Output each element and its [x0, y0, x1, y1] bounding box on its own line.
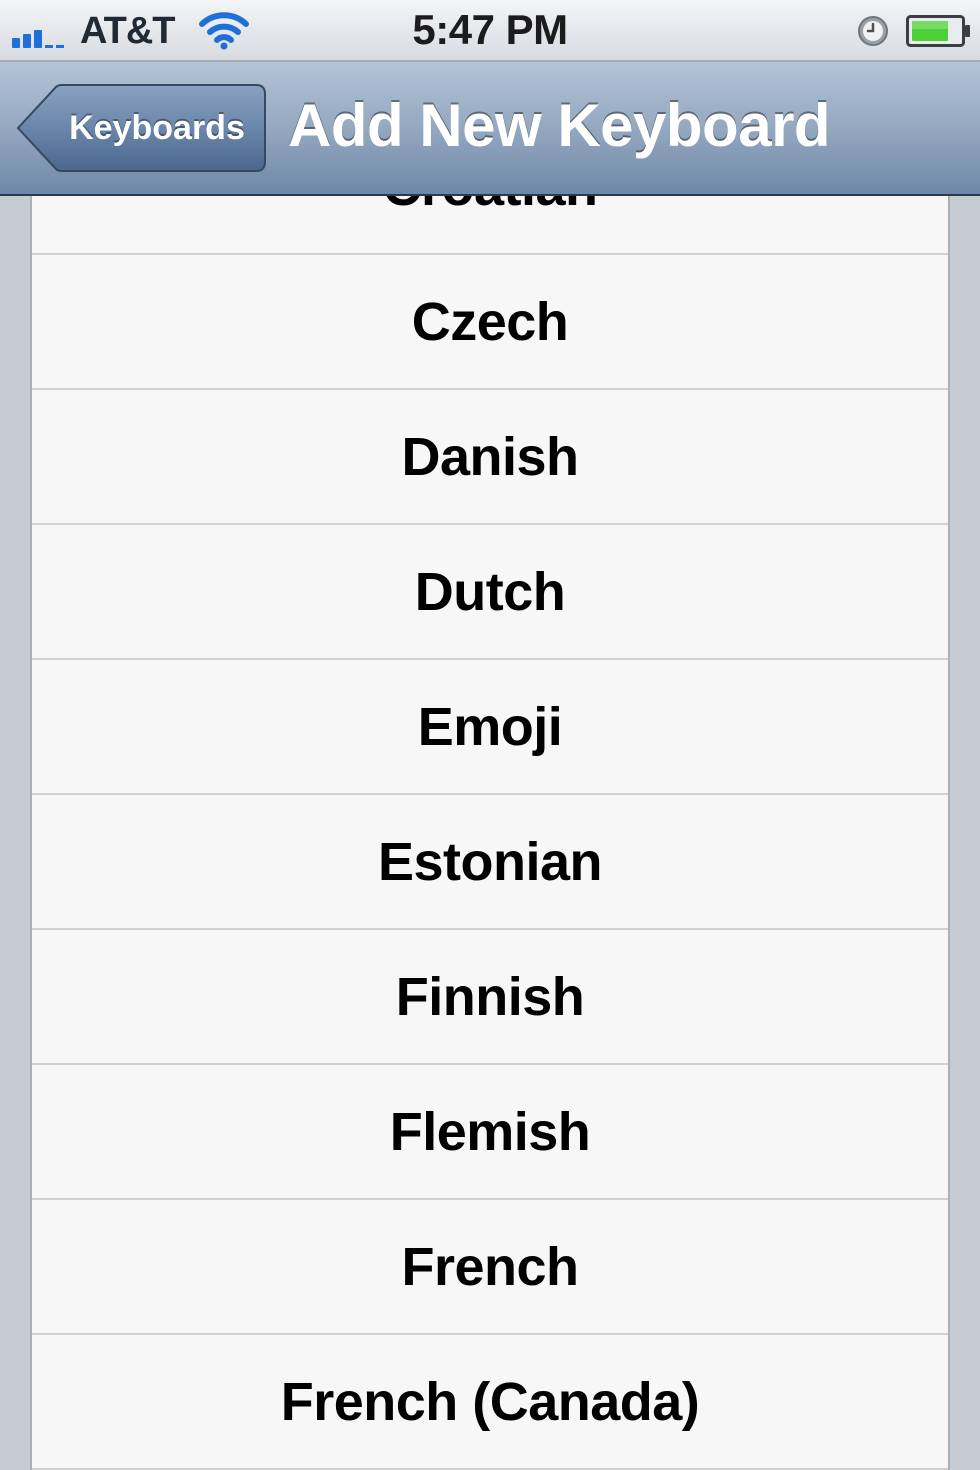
page-title: Add New Keyboard	[288, 92, 831, 159]
keyboard-list-viewport[interactable]: Croatian Czech Danish Dutch Emoji Estoni…	[30, 196, 950, 1470]
list-item-label: Croatian	[382, 196, 598, 218]
list-item-label: Estonian	[377, 831, 603, 892]
list-item-finnish[interactable]: Finnish	[32, 930, 948, 1065]
list-item-croatian[interactable]: Croatian	[32, 196, 948, 255]
list-item-label: Emoji	[417, 696, 563, 757]
list-item-emoji[interactable]: Emoji	[32, 660, 948, 795]
list-item-label: Flemish	[389, 1101, 591, 1162]
status-time: 5:47 PM	[412, 6, 568, 53]
list-item-label: Dutch	[414, 561, 566, 622]
status-bar: AT&T 5:47 PM	[0, 0, 980, 62]
list-item-dutch[interactable]: Dutch	[32, 525, 948, 660]
list-item-label: French (Canada)	[280, 1371, 700, 1432]
list-item-label: Czech	[411, 291, 569, 352]
alarm-clock-icon	[856, 14, 890, 48]
list-item-flemish[interactable]: Flemish	[32, 1065, 948, 1200]
keyboard-list: Croatian Czech Danish Dutch Emoji Estoni…	[30, 196, 950, 1470]
list-item-french-canada[interactable]: French (Canada)	[32, 1335, 948, 1470]
navigation-bar: Keyboards Add New Keyboard	[0, 62, 980, 196]
list-item-danish[interactable]: Danish	[32, 390, 948, 525]
battery-icon	[906, 15, 972, 47]
list-item-french[interactable]: French	[32, 1200, 948, 1335]
screen: AT&T 5:47 PM Keyboards Add New Keyboard …	[0, 0, 980, 1470]
list-item-label: French	[401, 1236, 579, 1297]
list-item-estonian[interactable]: Estonian	[32, 795, 948, 930]
list-item-label: Danish	[401, 426, 579, 487]
back-button[interactable]: Keyboards	[16, 84, 266, 172]
list-item-label: Finnish	[395, 966, 585, 1027]
back-button-label: Keyboards	[69, 109, 245, 147]
list-item-czech[interactable]: Czech	[32, 255, 948, 390]
